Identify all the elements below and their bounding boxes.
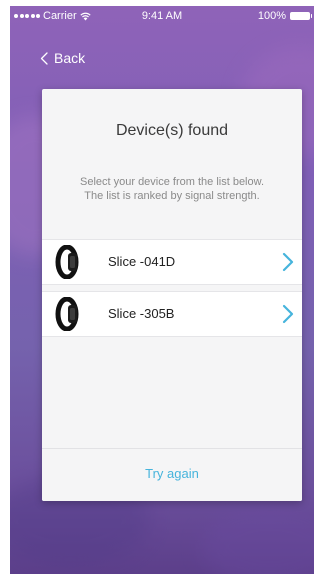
chevron-right-icon (282, 252, 294, 272)
device-name: Slice -041D (108, 254, 176, 269)
battery-icon (290, 12, 312, 20)
app-screen: Carrier 9:41 AM 100% Back Device(s) foun… (10, 6, 314, 574)
device-list: Slice -041D Slice -305B (42, 239, 302, 343)
status-right: 100% (257, 10, 312, 22)
device-name: Slice -305B (108, 306, 175, 321)
card-footer: Try again (42, 448, 302, 501)
fitness-band-icon (55, 245, 79, 279)
fitness-band-icon (55, 297, 79, 331)
chevron-left-icon (40, 51, 48, 65)
back-label: Back (54, 50, 86, 66)
background-blob (200, 506, 314, 574)
battery-percent: 100% (257, 10, 286, 22)
status-bar: Carrier 9:41 AM 100% (10, 6, 314, 26)
chevron-right-icon (282, 304, 294, 324)
device-row[interactable]: Slice -041D (42, 239, 302, 285)
back-button[interactable]: Back (40, 50, 85, 66)
card-description: Select your device from the list below. … (79, 176, 265, 202)
card-title: Device(s) found (115, 122, 229, 139)
device-row[interactable]: Slice -305B (42, 291, 302, 337)
try-again-button[interactable]: Try again (42, 466, 302, 481)
devices-card: Device(s) found Select your device from … (42, 89, 302, 501)
